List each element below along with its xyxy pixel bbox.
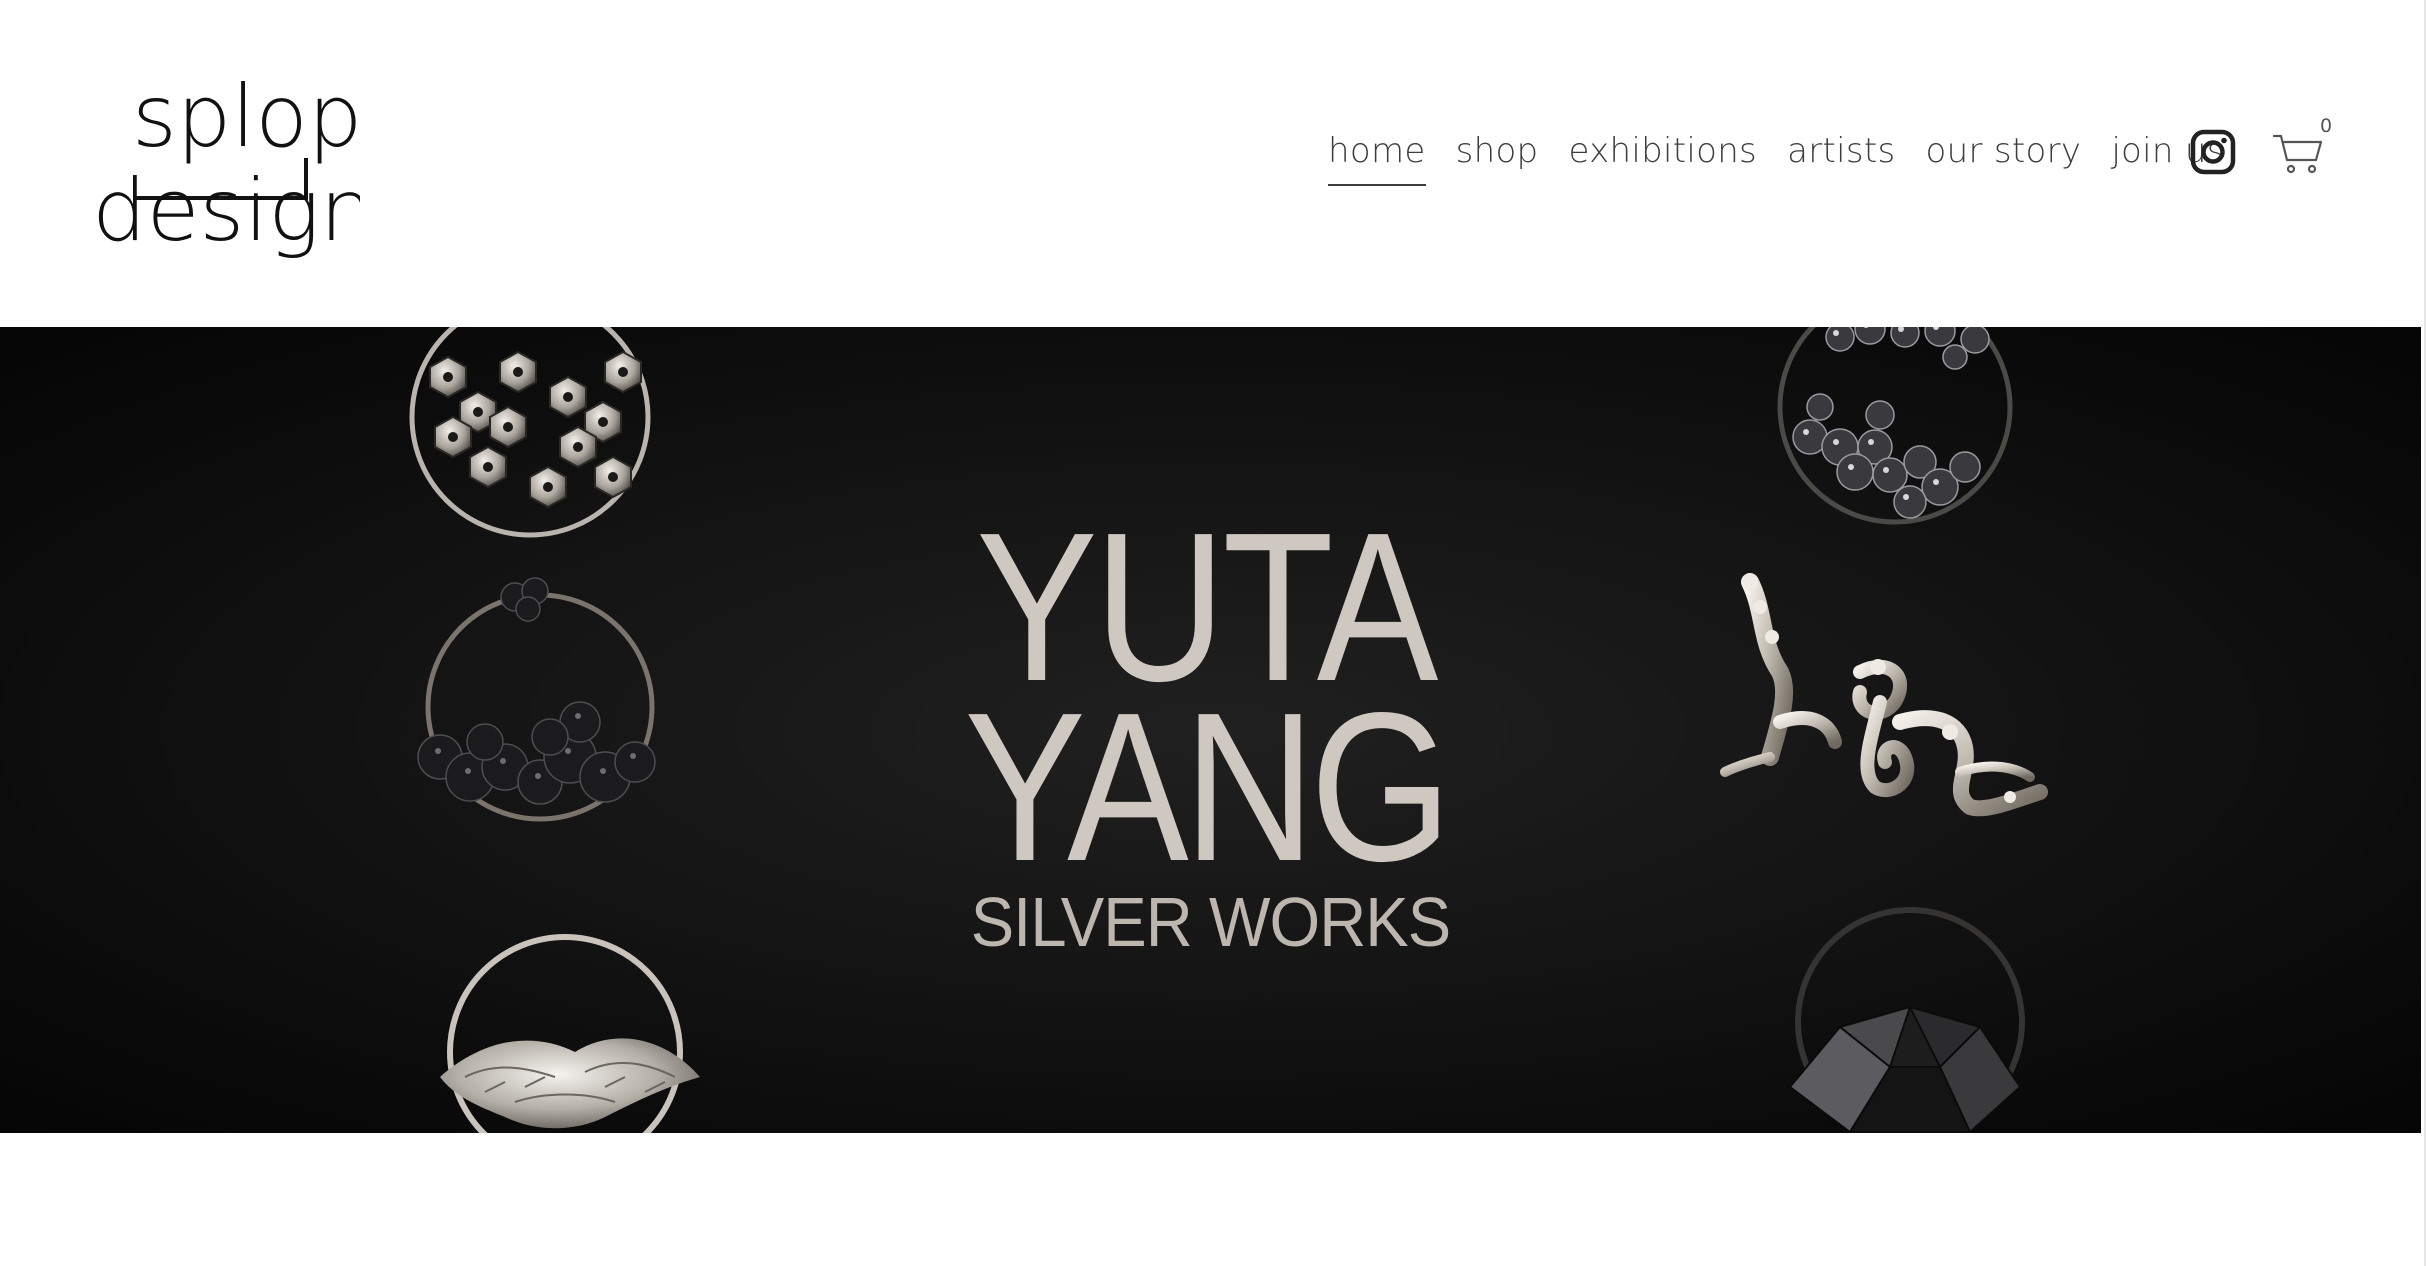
nav-item-home[interactable]: home (1328, 128, 1426, 186)
nav-item-exhibitions[interactable]: exhibitions (1568, 128, 1757, 184)
site-logo[interactable]: splop design (90, 40, 360, 270)
nav-item-artists[interactable]: artists (1787, 128, 1895, 184)
nav-item-our-story[interactable]: our story (1926, 128, 2082, 184)
logo-mark: splop design (92, 67, 360, 261)
cart-icon[interactable] (2272, 130, 2324, 176)
logo-word-bottom: design (92, 161, 360, 261)
page: splop design home shop exhibitions artis… (0, 0, 2426, 1266)
main-nav: home shop exhibitions artists our story … (1328, 128, 2255, 188)
nav-item-shop[interactable]: shop (1456, 128, 1539, 184)
hero-subtitle: SILVER WORKS (970, 883, 1452, 961)
cart-count-badge: 0 (2320, 115, 2333, 137)
hero-banner[interactable]: YUTA YANG SILVER WORKS (0, 327, 2421, 1133)
site-header: splop design home shop exhibitions artis… (0, 0, 2420, 326)
hero-title-line2: YANG (964, 668, 1452, 905)
logo-word-top: splop (132, 67, 360, 167)
instagram-icon[interactable] (2190, 129, 2236, 175)
